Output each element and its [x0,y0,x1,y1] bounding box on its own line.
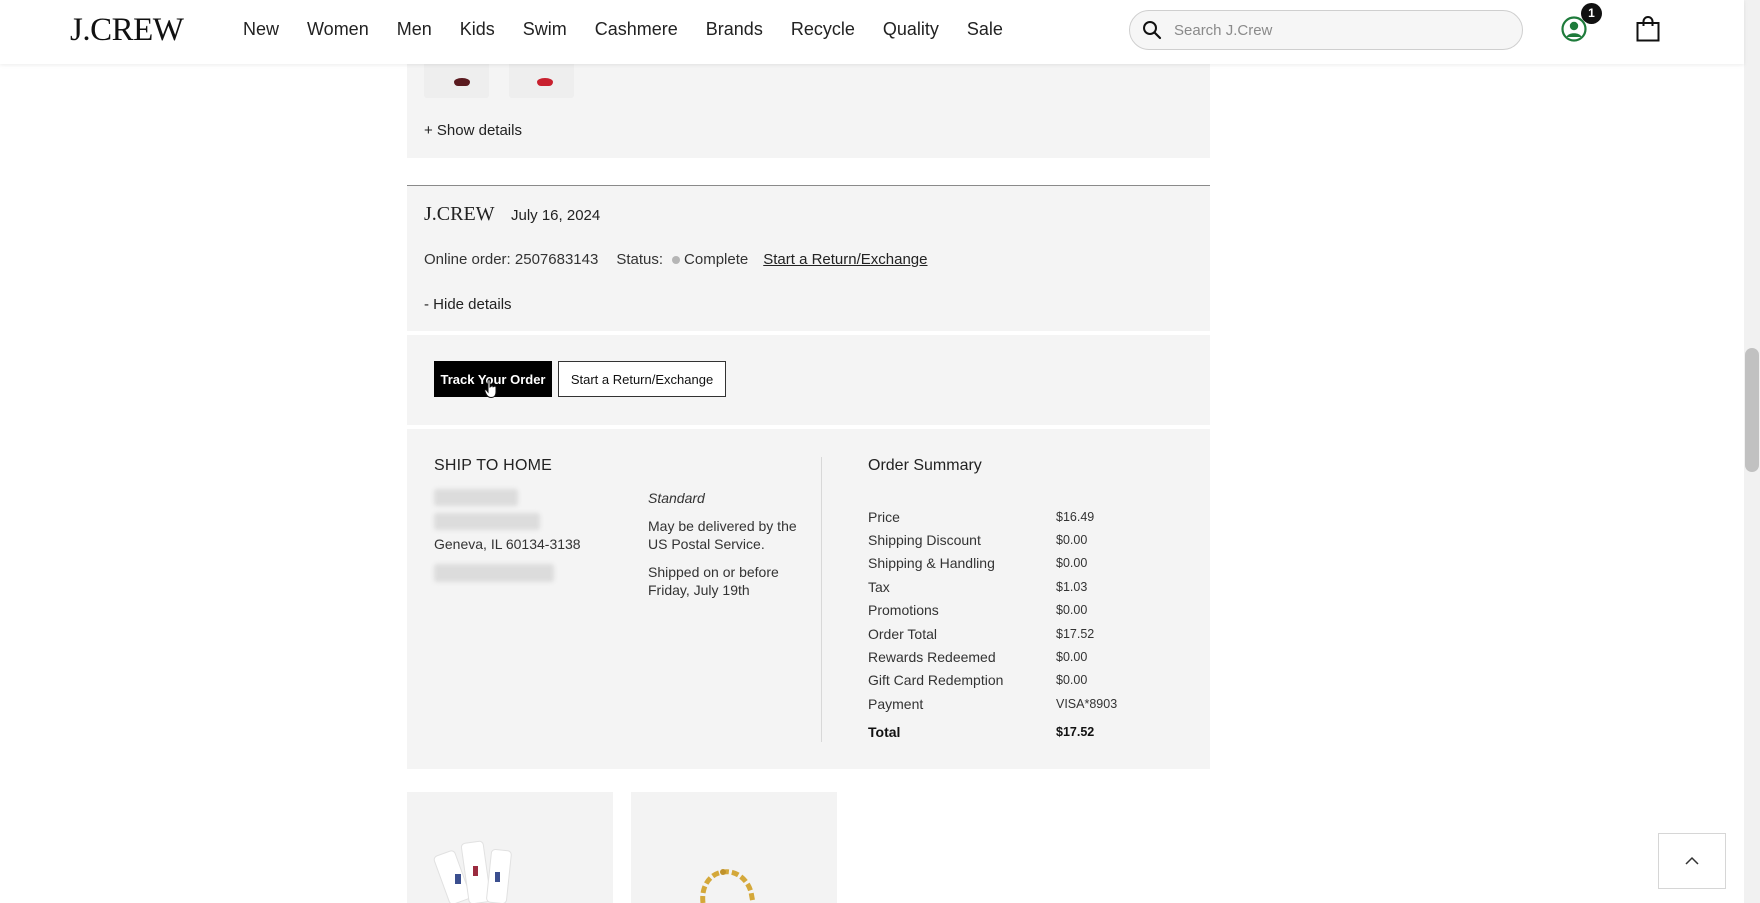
summary-row-rewards: Rewards Redeemed $0.00 [868,649,1088,666]
shoe-image [537,78,553,86]
summary-row-price: Price $16.49 [868,508,1095,525]
product-tile-bracelet[interactable] [631,792,837,903]
previous-order-card [407,64,1210,158]
product-thumbnail[interactable] [424,64,489,98]
nav-brands[interactable]: Brands [706,19,763,40]
main-nav: New Women Men Kids Swim Cashmere Brands … [243,19,1031,40]
nav-women[interactable]: Women [307,19,369,40]
nav-men[interactable]: Men [397,19,432,40]
summary-row-shipping-handling: Shipping & Handling $0.00 [868,555,1088,572]
order-summary-table: Price $16.49 Shipping Discount $0.00 Shi… [868,505,1128,744]
socks-image [433,840,512,903]
site-header: J.CREW New Women Men Kids Swim Cashmere … [0,0,1744,64]
order-number: 2507683143 [514,251,599,268]
redacted-name [434,489,518,506]
nav-kids[interactable]: Kids [460,19,495,40]
nav-recycle[interactable]: Recycle [791,19,855,40]
start-return-link[interactable]: Start a Return/Exchange [763,251,927,268]
start-return-button[interactable]: Start a Return/Exchange [558,361,726,397]
redacted-phone [434,564,554,582]
hide-details-toggle[interactable]: - Hide details [424,296,512,313]
order-status: Complete [684,251,749,268]
nav-new[interactable]: New [243,19,279,40]
order-summary-title: Order Summary [868,457,982,474]
summary-row-payment: Payment VISA*8903 [868,695,1118,712]
search-icon[interactable] [1142,20,1162,40]
back-to-top-button[interactable] [1658,833,1726,889]
nav-swim[interactable]: Swim [523,19,567,40]
scrollbar-thumb[interactable] [1745,348,1759,472]
order-info-line: Online order: 2507683143 Status: Complet… [424,251,928,268]
show-details-toggle[interactable]: + Show details [424,122,522,139]
shoe-image [454,78,470,86]
ship-to-home-title: SHIP TO HOME [434,457,552,474]
detail-divider [821,457,822,742]
ship-date-note: Shipped on or before Friday, July 19th [648,564,779,598]
order-date: July 16, 2024 [511,207,601,224]
bracelet-image [700,869,756,903]
chevron-up-icon [1685,856,1699,865]
nav-sale[interactable]: Sale [967,19,1003,40]
search-input[interactable] [1174,21,1474,39]
account-notification-badge: 1 [1581,3,1602,24]
online-order-label: Online order: [424,251,511,268]
nav-cashmere[interactable]: Cashmere [595,19,678,40]
jcrew-logo[interactable]: J.CREW [70,12,184,49]
summary-row-promotions: Promotions $0.00 [868,602,1088,619]
product-thumbnail[interactable] [509,64,574,98]
shipping-method: Standard [648,490,705,506]
nav-quality[interactable]: Quality [883,19,939,40]
summary-row-shipping-discount: Shipping Discount $0.00 [868,532,1088,549]
address-city: Geneva, IL 60134-3138 [434,536,581,552]
summary-row-total: Total $17.52 [868,724,1095,741]
shopping-bag-icon[interactable] [1636,16,1660,42]
hand-cursor-icon [484,379,497,399]
summary-row-tax: Tax $1.03 [868,578,1088,595]
summary-row-gift-card: Gift Card Redemption $0.00 [868,672,1088,689]
order-brand-logo: J.CREW [424,203,495,225]
product-tile-socks[interactable] [407,792,613,903]
search-bar[interactable] [1129,10,1523,50]
status-indicator-icon [672,255,681,264]
redacted-address [434,513,540,530]
delivery-note: May be delivered by the US Postal Servic… [648,518,797,552]
status-label: Status: [616,251,664,268]
summary-row-order-total: Order Total $17.52 [868,625,1095,642]
